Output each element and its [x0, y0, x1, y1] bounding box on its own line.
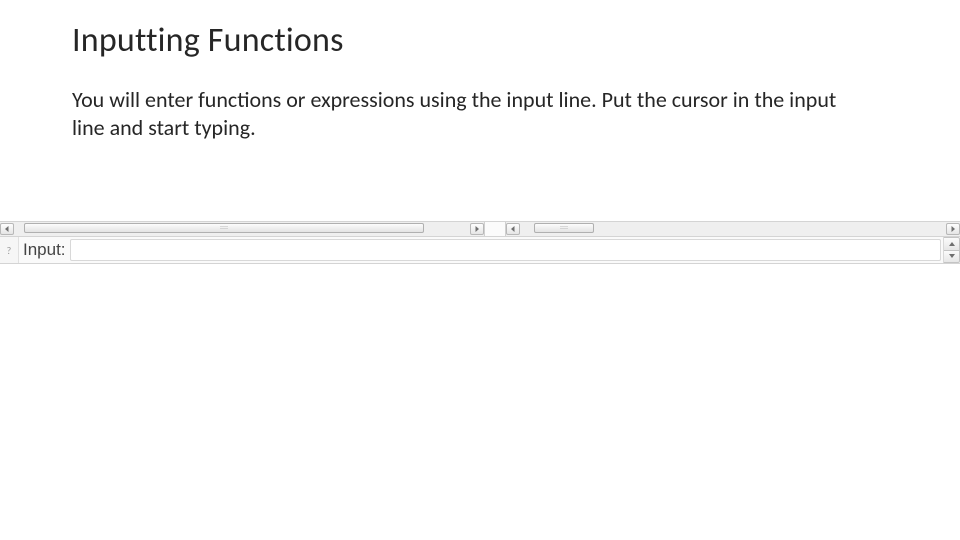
history-up-button[interactable] [944, 237, 960, 250]
history-stepper [943, 237, 960, 263]
scrollbar-track-right[interactable] [520, 222, 946, 236]
input-label: Input: [19, 237, 70, 263]
slide: Inputting Functions You will enter funct… [0, 0, 960, 540]
scroll-right-button-2[interactable] [946, 223, 960, 235]
input-help-icon[interactable]: ? [0, 237, 19, 263]
scroll-left-button-2[interactable] [506, 223, 520, 235]
page-title: Inputting Functions [72, 20, 344, 61]
input-bar: ? Input: [0, 237, 960, 264]
scrollbar-track-left[interactable] [14, 222, 470, 236]
pane-splitter[interactable] [484, 222, 506, 236]
scroll-left-button[interactable] [0, 223, 14, 235]
history-down-button[interactable] [944, 250, 960, 264]
scrollbar-thumb-right[interactable] [534, 223, 594, 233]
scrollbar-thumb-left[interactable] [24, 223, 424, 233]
input-bar-screenshot: ? Input: [0, 221, 960, 264]
input-field[interactable] [70, 239, 941, 261]
body-text: You will enter functions or expressions … [72, 86, 862, 141]
scroll-right-button[interactable] [470, 223, 484, 235]
horizontal-scrollbars [0, 221, 960, 237]
